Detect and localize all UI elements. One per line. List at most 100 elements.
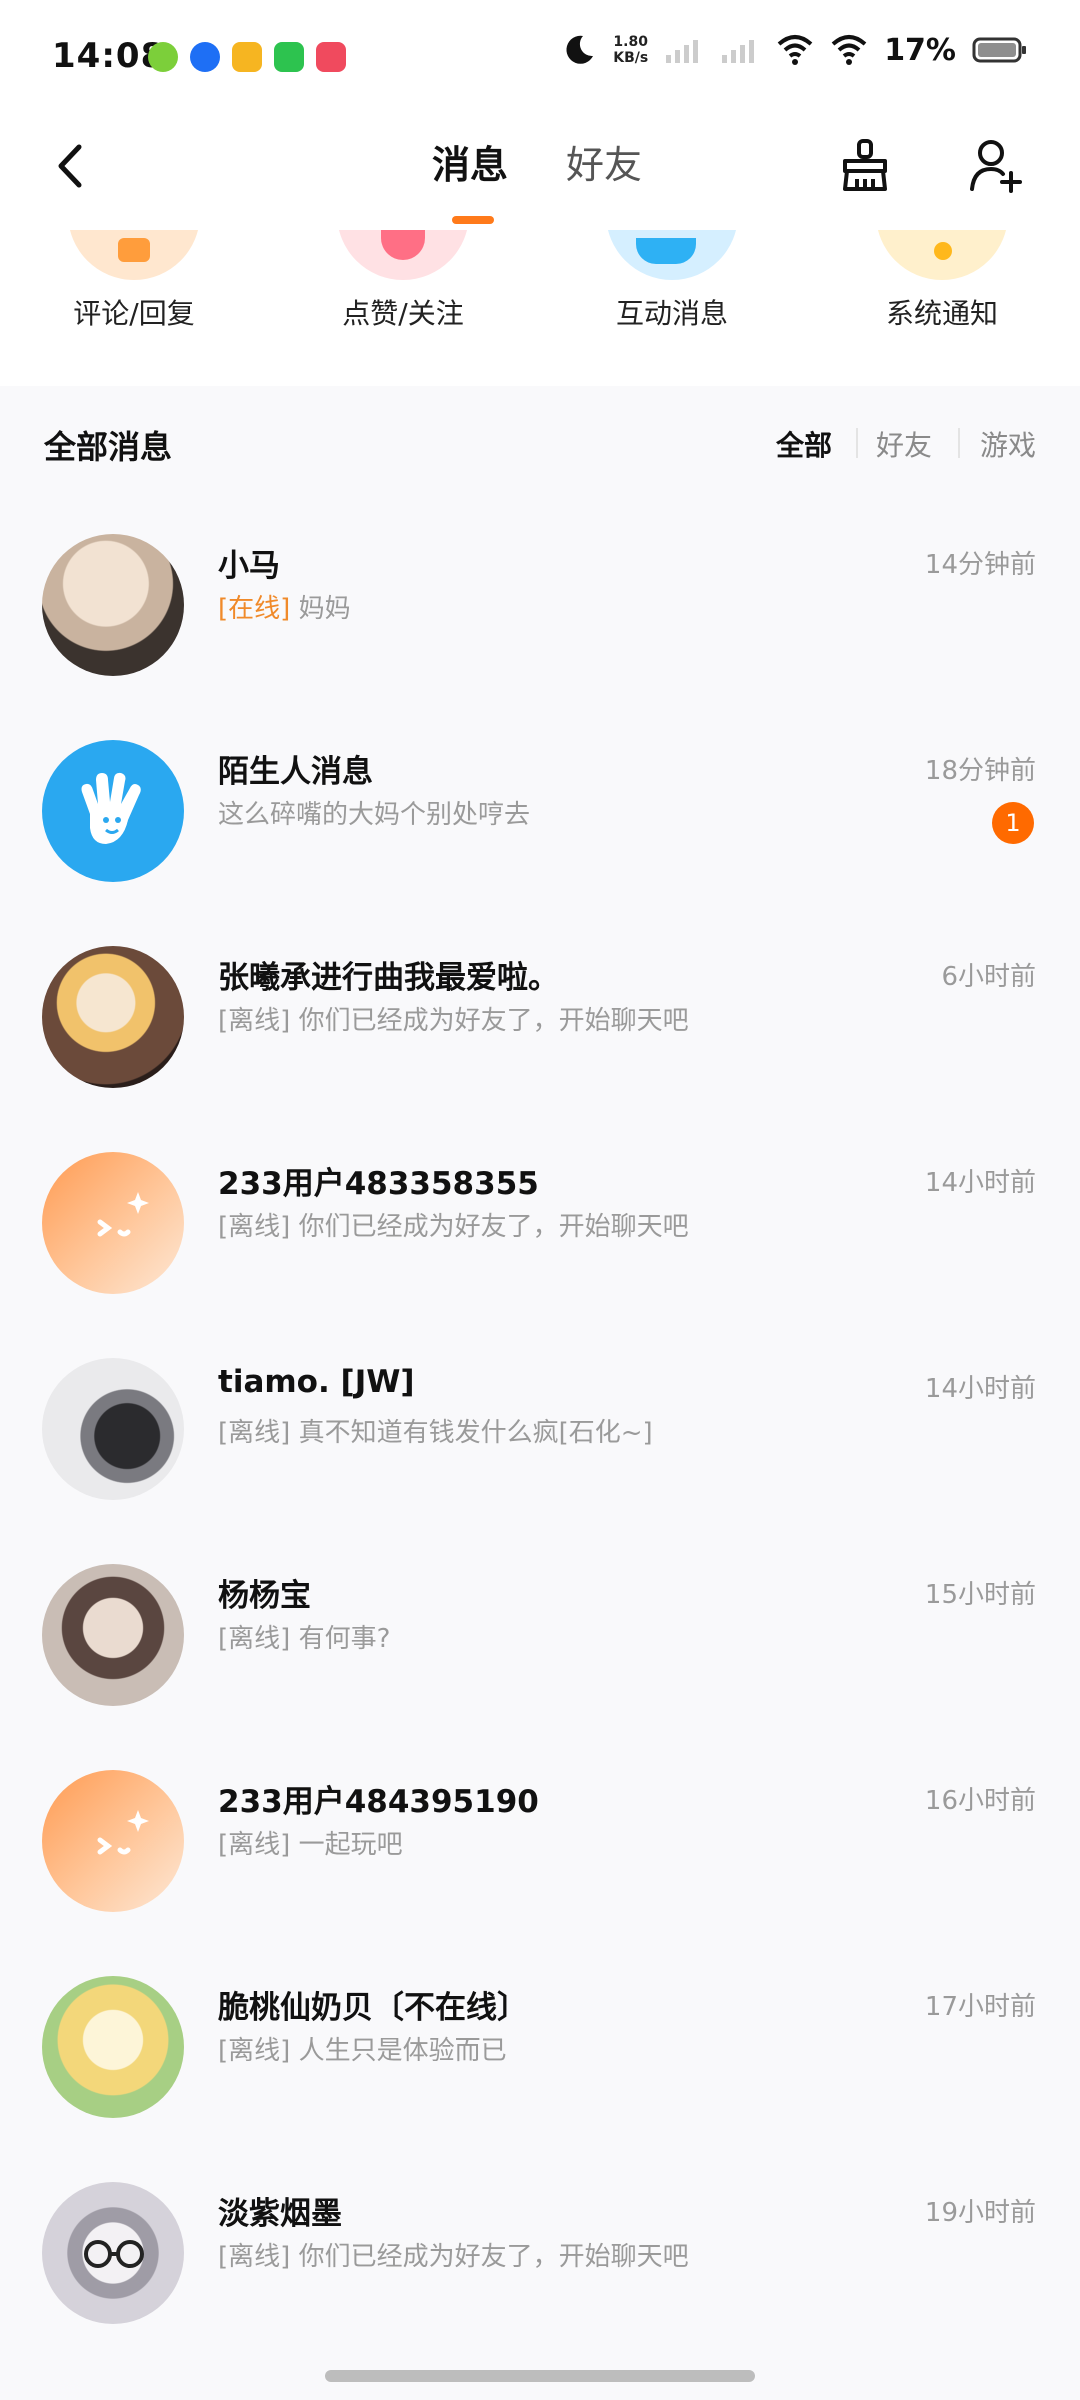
filter-all[interactable]: 全部 — [776, 424, 832, 464]
message-time: 18分钟前 — [924, 756, 1036, 786]
message-item[interactable]: 233用户483358355 [离线] 你们已经成为好友了，开始聊天吧 14小时… — [0, 1118, 1080, 1324]
bell-icon — [876, 230, 1008, 280]
glasses-icon — [84, 2240, 144, 2268]
message-item[interactable]: 脆桃仙奶贝〔不在线〕 [离线] 人生只是体验而已 17小时前 — [0, 1942, 1080, 2148]
top-navigation: 消息 好友 — [0, 110, 1080, 230]
wifi-icon — [777, 35, 813, 65]
add-user-icon — [970, 140, 1022, 193]
battery-icon — [972, 37, 1026, 63]
avatar[interactable] — [42, 1358, 184, 1500]
message-preview: [离线] 人生只是体验而已 — [218, 2030, 507, 2067]
avatar[interactable] — [42, 946, 184, 1088]
message-item[interactable]: 杨杨宝 [离线] 有何事? 15小时前 — [0, 1530, 1080, 1736]
quick-notifications[interactable]: 系统通知 — [842, 230, 1042, 386]
all-messages-header: 全部消息 全部 好友 游戏 — [0, 386, 1080, 496]
message-time: 17小时前 — [924, 1992, 1036, 2022]
message-item[interactable]: tiamo. [JW] [离线] 真不知道有钱发什么疯[石化~] 14小时前 — [0, 1324, 1080, 1530]
message-item[interactable]: 陌生人消息 这么碎嘴的大妈个别处哼去 18分钟前 1 — [0, 706, 1080, 912]
message-preview: 这么碎嘴的大妈个别处哼去 — [218, 794, 530, 831]
divider — [856, 428, 858, 458]
contact-name: 小马 — [218, 548, 280, 584]
quick-label: 系统通知 — [885, 297, 998, 330]
preview-text: 这么碎嘴的大妈个别处哼去 — [218, 800, 531, 830]
quick-label: 互动消息 — [615, 297, 728, 330]
moon-icon — [566, 35, 594, 64]
message-time: 15小时前 — [924, 1580, 1036, 1610]
status-right: 1.80 KB/s 17% — [561, 32, 1028, 68]
app-icon-blue-k — [190, 42, 220, 72]
broom-icon — [843, 139, 887, 191]
online-status: [在线] — [218, 594, 291, 624]
tab-messages[interactable]: 消息 — [432, 134, 508, 189]
back-button[interactable] — [40, 136, 100, 196]
like-icon — [337, 230, 469, 280]
comment-icon — [68, 230, 200, 280]
preview-text: 你们已经成为好友了，开始聊天吧 — [298, 1212, 689, 1242]
tab-friends[interactable]: 好友 — [566, 134, 642, 189]
preview-text: 妈妈 — [298, 594, 351, 624]
notification-icons — [148, 42, 346, 72]
chevron-left-icon — [58, 144, 82, 188]
message-preview: [在线] 妈妈 — [218, 588, 351, 625]
preview-text: 有何事? — [298, 1624, 391, 1654]
contact-name: 脆桃仙奶贝〔不在线〕 — [218, 1990, 528, 2026]
preview-text: 你们已经成为好友了，开始聊天吧 — [298, 1006, 689, 1036]
online-status: [离线] — [218, 1830, 291, 1860]
home-indicator[interactable] — [325, 2370, 755, 2382]
message-time: 14小时前 — [924, 1374, 1036, 1404]
preview-text: 你们已经成为好友了，开始聊天吧 — [298, 2242, 689, 2272]
divider — [958, 428, 960, 458]
app-icon-green — [148, 42, 178, 72]
message-item[interactable]: 淡紫烟墨 [离线] 你们已经成为好友了，开始聊天吧 19小时前 — [0, 2148, 1080, 2354]
quick-likes[interactable]: 点赞/关注 — [303, 230, 503, 386]
contact-name: 233用户484395190 — [218, 1784, 539, 1820]
message-time: 14小时前 — [924, 1168, 1036, 1198]
avatar[interactable] — [42, 1976, 184, 2118]
avatar[interactable] — [42, 2182, 184, 2324]
online-status: [离线] — [218, 1006, 291, 1036]
online-status: [离线] — [218, 1212, 291, 1242]
filter-friends[interactable]: 好友 — [876, 424, 932, 464]
clean-button[interactable] — [830, 130, 900, 200]
battery-percent: 17% — [884, 32, 956, 68]
contact-name: 淡紫烟墨 — [218, 2196, 342, 2232]
message-preview: [离线] 你们已经成为好友了，开始聊天吧 — [218, 1000, 689, 1037]
avatar[interactable] — [42, 534, 184, 676]
add-friend-button[interactable] — [960, 130, 1030, 200]
avatar[interactable] — [42, 1152, 184, 1294]
filter-games[interactable]: 游戏 — [980, 424, 1036, 464]
status-bar: 14:08 1.80 KB/s 17% — [0, 0, 1080, 110]
interaction-icon — [606, 230, 738, 280]
quick-label: 点赞/关注 — [342, 297, 464, 330]
quick-categories: 评论/回复 点赞/关注 互动消息 系统通知 — [0, 230, 1080, 386]
message-item[interactable]: 小马 [在线] 妈妈 14分钟前 — [0, 500, 1080, 706]
contact-name: tiamo. [JW] — [218, 1364, 415, 1400]
avatar[interactable] — [42, 1564, 184, 1706]
network-speed: 1.80 KB/s — [613, 34, 649, 66]
unread-badge: 1 — [992, 802, 1034, 844]
default-avatar-icon — [97, 1810, 149, 1855]
preview-text: 人生只是体验而已 — [298, 2036, 507, 2066]
quick-label: 评论/回复 — [73, 297, 195, 330]
contact-name: 张曦承进行曲我最爱啦。 — [218, 960, 559, 996]
signal-icon — [666, 40, 699, 63]
wifi-icon-2 — [831, 35, 867, 65]
signal-icon-2 — [722, 40, 755, 63]
video-icon-red — [316, 42, 346, 72]
preview-text: 一起玩吧 — [298, 1830, 403, 1860]
message-preview: [离线] 有何事? — [218, 1618, 390, 1655]
section-title: 全部消息 — [44, 428, 173, 466]
online-status: [离线] — [218, 1418, 291, 1448]
message-time: 19小时前 — [924, 2198, 1036, 2228]
message-item[interactable]: 张曦承进行曲我最爱啦。 [离线] 你们已经成为好友了，开始聊天吧 6小时前 — [0, 912, 1080, 1118]
contact-name: 杨杨宝 — [218, 1578, 311, 1614]
quick-interactions[interactable]: 互动消息 — [572, 230, 772, 386]
contact-name: 233用户483358355 — [218, 1166, 539, 1202]
quick-comments[interactable]: 评论/回复 — [34, 230, 234, 386]
message-item[interactable]: 233用户484395190 [离线] 一起玩吧 16小时前 — [0, 1736, 1080, 1942]
message-preview: [离线] 一起玩吧 — [218, 1824, 403, 1861]
avatar[interactable] — [42, 1770, 184, 1912]
message-preview: [离线] 你们已经成为好友了，开始聊天吧 — [218, 1206, 689, 1243]
hand-wave-icon — [81, 772, 141, 844]
avatar[interactable] — [42, 740, 184, 882]
